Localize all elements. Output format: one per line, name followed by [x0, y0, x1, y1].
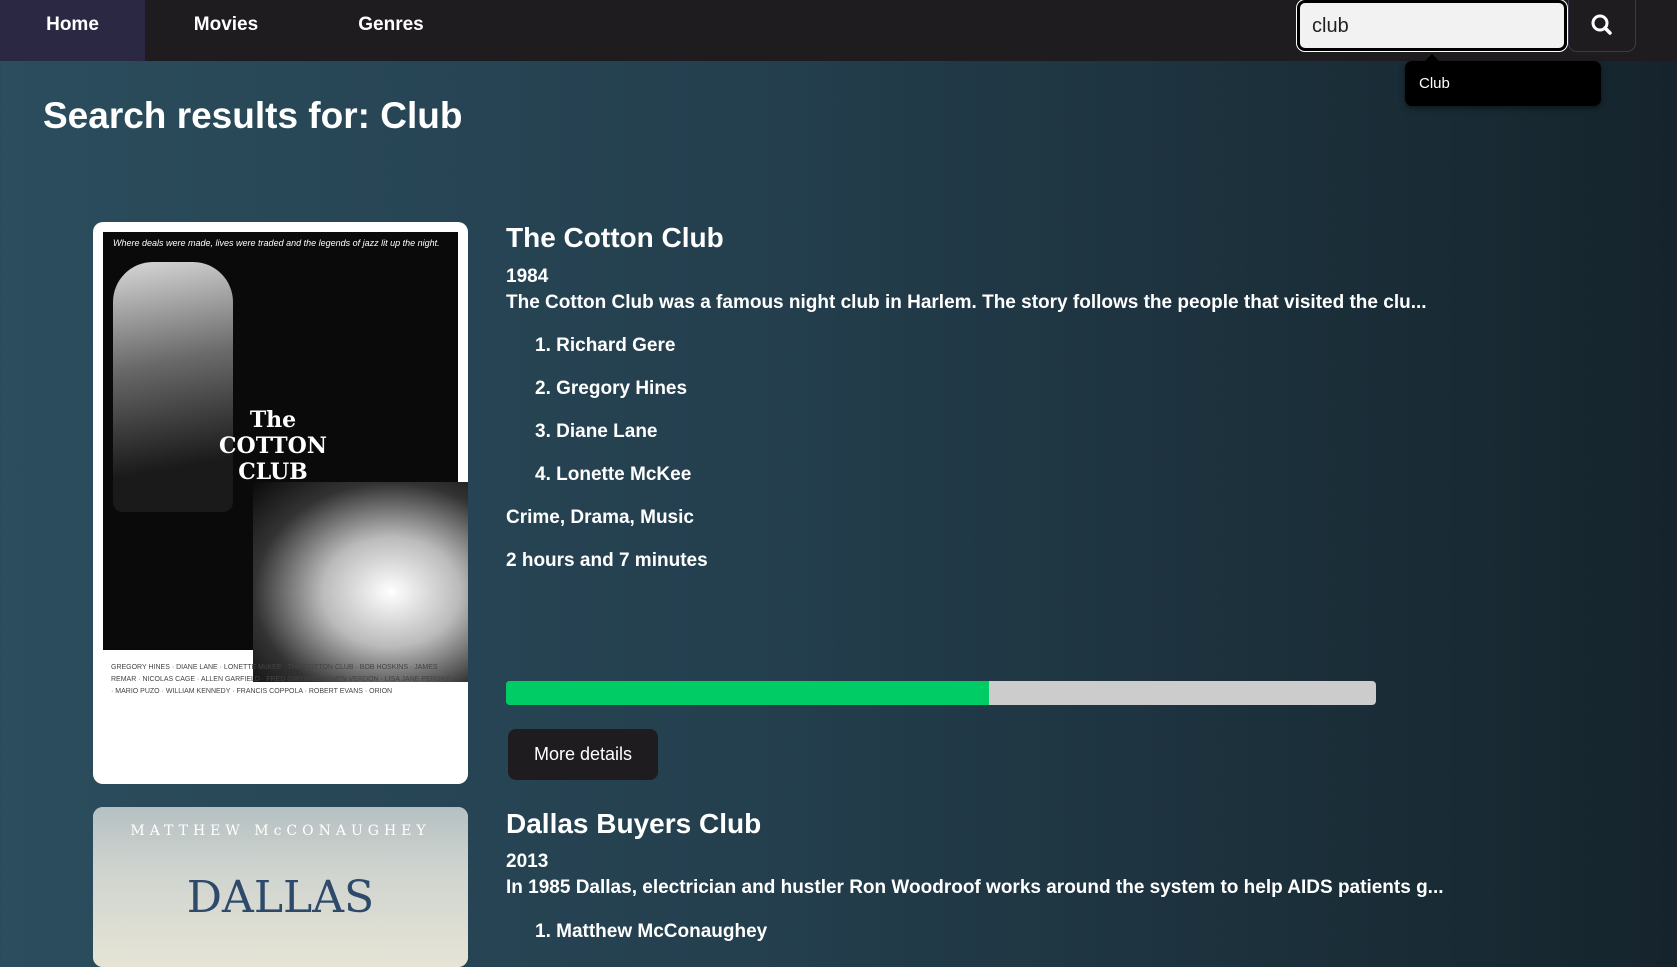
rating-progress-fill [506, 681, 989, 705]
movie-description: In 1985 Dallas, electrician and hustler … [506, 877, 1444, 898]
nav-genres-link[interactable]: Genres [307, 0, 475, 61]
poster-title: DALLAS [186, 872, 375, 923]
page-title: Search results for: Club [43, 95, 463, 136]
poster-credits: GREGORY HINES · DIANE LANE · LONETTE McK… [111, 664, 450, 695]
movie-poster[interactable]: MATTHEW McCONAUGHEY DALLAS [93, 807, 468, 967]
search-button[interactable] [1569, 0, 1635, 51]
movie-year: 2013 [506, 851, 549, 872]
nav-movies-link[interactable]: Movies [145, 0, 307, 61]
poster-instrument [253, 482, 468, 682]
poster-tagline: Where deals were made, lives were traded… [113, 238, 440, 248]
cast-item: 1. Matthew McConaughey [535, 921, 768, 942]
search-suggestion[interactable]: Club [1405, 61, 1601, 106]
more-details-button[interactable]: More details [508, 729, 658, 780]
poster-logo: The COTTON CLUB [219, 407, 327, 485]
poster-artwork: Where deals were made, lives were traded… [103, 232, 468, 774]
cast-item: 4. Lonette McKee [535, 464, 692, 485]
cast-item: 3. Diane Lane [535, 421, 658, 442]
poster-actor: MATTHEW McCONAUGHEY [130, 823, 431, 839]
navbar: Home Movies Genres [0, 0, 1677, 61]
movie-year: 1984 [506, 266, 549, 287]
cast-item: 2. Gregory Hines [535, 378, 688, 399]
rating-progress-bar [506, 681, 1376, 705]
movie-poster[interactable]: Where deals were made, lives were traded… [93, 222, 468, 784]
movie-title: The Cotton Club [506, 222, 724, 253]
cast-item: 1. Richard Gere [535, 335, 676, 356]
movie-title: Dallas Buyers Club [506, 808, 762, 839]
movie-runtime: 2 hours and 7 minutes [506, 550, 708, 571]
search-icon [1591, 14, 1612, 35]
search-input[interactable] [1310, 3, 1559, 50]
nav-home-link[interactable]: Home [0, 0, 145, 61]
search-box [1297, 0, 1567, 51]
poster-artwork: MATTHEW McCONAUGHEY DALLAS [93, 807, 468, 967]
movie-genres: Crime, Drama, Music [506, 507, 694, 528]
movie-description: The Cotton Club was a famous night club … [506, 292, 1427, 313]
